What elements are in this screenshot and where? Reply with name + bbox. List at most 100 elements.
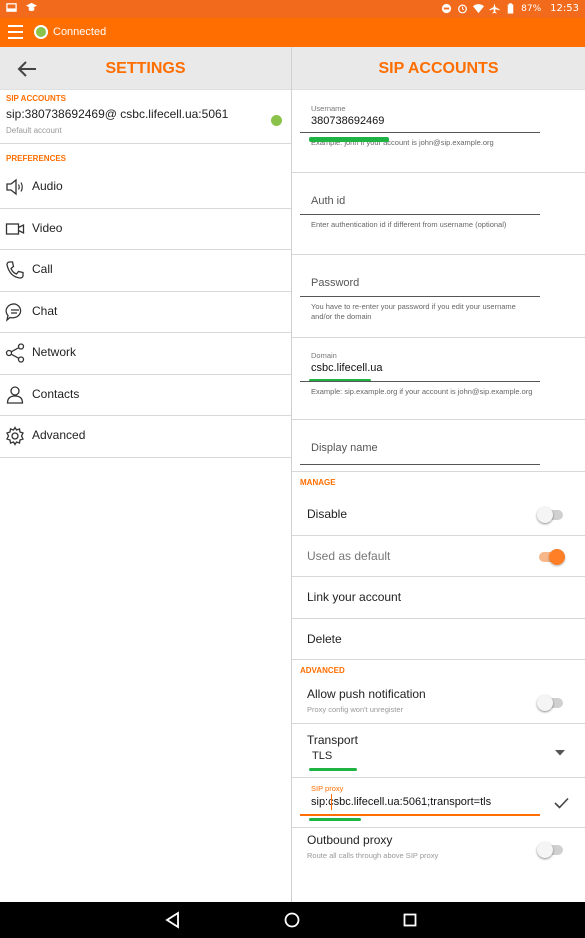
redaction-mark	[309, 768, 357, 771]
connection-status-icon	[34, 25, 48, 39]
input-underline	[300, 296, 540, 297]
settings-item-label: Network	[32, 345, 77, 359]
settings-item-label: Audio	[32, 179, 63, 193]
delete-row[interactable]: Delete	[292, 619, 585, 660]
delete-label: Delete	[307, 631, 342, 646]
system-navigation-bar	[0, 902, 585, 938]
gear-icon	[6, 426, 24, 446]
check-icon[interactable]	[554, 797, 569, 809]
alarm-icon	[458, 4, 468, 14]
input-underline	[300, 213, 540, 215]
video-camera-icon	[5, 222, 25, 235]
push-notification-row[interactable]: Allow push notification Proxy config won…	[292, 682, 585, 724]
disable-row[interactable]: Disable	[292, 494, 585, 536]
system-status-bar: 87% 12:53	[0, 0, 585, 18]
field-label: Username	[311, 104, 346, 113]
settings-item-network[interactable]: Network	[0, 333, 291, 375]
input-underline	[300, 380, 540, 382]
do-not-disturb-icon	[442, 3, 452, 14]
field-hint: Example: sip.example.org if your account…	[311, 386, 533, 396]
username-value: 380738692469	[311, 115, 385, 127]
share-network-icon	[5, 343, 25, 363]
account-status-dot	[271, 115, 282, 126]
settings-header: SETTINGS	[0, 47, 291, 90]
input-underline	[300, 464, 540, 465]
redaction-mark	[309, 137, 389, 142]
back-nav-icon[interactable]	[164, 911, 182, 929]
auth-id-field[interactable]: Auth id Enter authentication id if diffe…	[292, 173, 585, 255]
clock: 12:53	[550, 3, 579, 14]
domain-value: csbc.lifecell.ua	[311, 361, 383, 374]
push-notification-toggle[interactable]	[537, 695, 563, 711]
disable-label: Disable	[307, 507, 348, 521]
home-nav-icon[interactable]	[283, 911, 301, 929]
section-label: MANAGE	[300, 478, 336, 487]
phone-icon	[6, 261, 24, 279]
domain-field[interactable]: Domain csbc.lifecell.ua Example: sip.exa…	[292, 338, 585, 420]
username-field[interactable]: Username 380738692469 Example: john if y…	[292, 90, 585, 173]
sip-account-address: sip:380738692469@ csbc.lifecell.ua:5061	[6, 107, 229, 121]
sip-account-subtitle: Default account	[6, 126, 62, 135]
recents-nav-icon[interactable]	[401, 911, 419, 929]
section-label: SIP ACCOUNTS	[6, 94, 67, 103]
section-label: ADVANCED	[300, 666, 345, 675]
settings-item-call[interactable]: Call	[0, 250, 291, 292]
auth-id-placeholder: Auth id	[311, 194, 346, 207]
outbound-proxy-subtitle: Route all calls through above SIP proxy	[307, 851, 439, 860]
settings-item-video[interactable]: Video	[0, 209, 291, 250]
display-name-placeholder: Display name	[311, 442, 378, 454]
push-notification-subtitle: Proxy config won't unregister	[307, 705, 404, 714]
settings-item-label: Contacts	[32, 386, 80, 401]
transport-label: Transport	[307, 733, 358, 747]
transport-row[interactable]: Transport TLS	[292, 724, 585, 778]
field-hint: You have to re-enter your password if yo…	[311, 302, 516, 321]
outbound-proxy-toggle[interactable]	[537, 842, 563, 858]
sip-proxy-label: SIP proxy	[311, 784, 344, 793]
sip-account-item[interactable]: sip:380738692469@ csbc.lifecell.ua:5061 …	[0, 104, 291, 144]
text-cursor	[331, 794, 332, 810]
password-placeholder: Password	[311, 277, 360, 289]
push-notification-label: Allow push notification	[307, 687, 426, 701]
sip-account-pane: SIP ACCOUNTS Username 380738692469 Examp…	[292, 47, 585, 902]
display-name-field[interactable]: Display name	[292, 420, 585, 472]
sip-proxy-row[interactable]: SIP proxy sip:csbc.lifecell.ua:5061;tran…	[292, 778, 585, 828]
used-as-default-toggle[interactable]	[539, 548, 565, 565]
wifi-icon	[473, 4, 485, 14]
menu-icon[interactable]	[8, 25, 23, 39]
input-underline-focused	[300, 814, 540, 816]
chat-bubble-icon	[5, 302, 22, 322]
field-hint: Enter authentication id if different fro…	[311, 219, 507, 229]
sip-account-header: SIP ACCOUNTS	[292, 47, 585, 90]
settings-item-contacts[interactable]: Contacts	[0, 375, 291, 416]
toggle-knob	[537, 695, 553, 711]
outbound-proxy-label: Outbound proxy	[307, 833, 393, 847]
sip-proxy-input[interactable]: sip:csbc.lifecell.ua:5061;transport=tls	[311, 796, 491, 808]
manage-section: MANAGE	[292, 472, 585, 494]
connection-status-text: Connected	[53, 26, 107, 38]
field-label: Domain	[311, 350, 337, 360]
battery-icon	[507, 3, 514, 14]
airplane-mode-icon	[489, 3, 500, 14]
settings-item-chat[interactable]: Chat	[0, 292, 291, 333]
screenshot-notification-icon	[6, 3, 17, 12]
speaker-icon	[6, 178, 23, 196]
sip-accounts-section: SIP ACCOUNTS	[0, 90, 291, 104]
app-bar: Connected	[0, 18, 585, 47]
settings-item-audio[interactable]: Audio	[0, 167, 291, 209]
preferences-section: PREFERENCES	[0, 144, 291, 167]
page-title: SETTINGS	[105, 60, 186, 77]
used-as-default-label: Used as default	[307, 548, 391, 563]
battery-percent: 87%	[521, 3, 542, 14]
disable-toggle[interactable]	[537, 507, 563, 523]
outbound-proxy-row[interactable]: Outbound proxy Route all calls through a…	[292, 828, 585, 872]
settings-item-advanced[interactable]: Advanced	[0, 416, 291, 458]
dropdown-arrow-icon[interactable]	[555, 750, 565, 756]
link-account-row[interactable]: Link your account	[292, 577, 585, 619]
settings-item-label: Call	[32, 262, 53, 276]
settings-item-label: Advanced	[32, 428, 86, 442]
app-root: 87% 12:53 Connected SETTINGS SIP ACCOUNT…	[0, 0, 585, 938]
redaction-mark	[309, 818, 361, 821]
password-field[interactable]: Password You have to re-enter your passw…	[292, 255, 585, 338]
input-underline	[300, 132, 540, 133]
used-as-default-row[interactable]: Used as default	[292, 536, 585, 577]
